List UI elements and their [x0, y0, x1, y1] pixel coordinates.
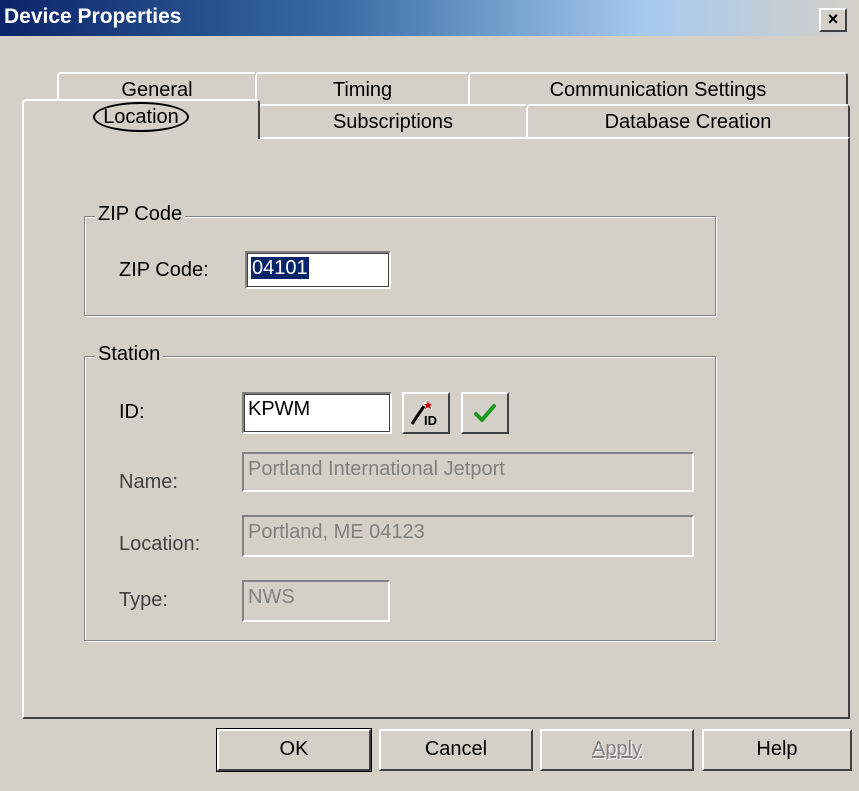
close-icon: ×	[827, 9, 839, 29]
tab-location[interactable]: Location	[22, 99, 260, 139]
zip-code-group: ZIP Code ZIP Code: 04101	[84, 203, 716, 316]
station-type-value: NWS	[248, 586, 295, 608]
ok-button-label: OK	[279, 738, 309, 760]
help-button[interactable]: Help	[702, 729, 852, 771]
window-title: Device Properties	[4, 5, 182, 28]
checkmark-icon	[474, 404, 496, 422]
station-id-wizard-button[interactable]: ID	[402, 392, 450, 434]
cancel-button[interactable]: Cancel	[379, 729, 533, 771]
apply-button: Apply	[540, 729, 694, 771]
station-verify-button[interactable]	[461, 392, 509, 434]
tab-general-label: General	[121, 79, 193, 101]
tab-panel-location: ZIP Code ZIP Code: 04101 Station ID: KPW…	[22, 137, 850, 719]
zip-code-value: 04101	[251, 257, 309, 279]
station-location-value: Portland, ME 04123	[248, 521, 425, 543]
tab-subscriptions[interactable]: Subscriptions	[258, 104, 528, 138]
station-name-field: Portland International Jetport	[242, 452, 694, 492]
tab-timing-label: Timing	[332, 79, 393, 101]
tab-communication-settings-label: Communication Settings	[549, 79, 767, 101]
station-name-label: Name:	[119, 471, 178, 493]
close-button[interactable]: ×	[819, 8, 847, 32]
tab-timing[interactable]: Timing	[255, 72, 470, 106]
station-id-input[interactable]: KPWM	[242, 392, 392, 434]
zip-code-input[interactable]: 04101	[245, 251, 391, 289]
magic-wand-id-icon: ID	[410, 401, 437, 427]
station-name-value: Portland International Jetport	[248, 458, 505, 480]
cancel-button-label: Cancel	[424, 738, 488, 760]
apply-button-label: Apply	[591, 738, 643, 760]
station-id-label: ID:	[119, 401, 145, 423]
station-location-label: Location:	[119, 533, 201, 555]
tab-communication-settings[interactable]: Communication Settings	[468, 72, 848, 106]
station-location-field: Portland, ME 04123	[242, 515, 694, 557]
zip-code-group-title: ZIP Code	[95, 203, 186, 226]
tab-database-creation-label: Database Creation	[604, 111, 772, 133]
station-type-field: NWS	[242, 580, 390, 622]
tab-database-creation[interactable]: Database Creation	[526, 104, 850, 138]
zip-code-label: ZIP Code:	[119, 259, 209, 281]
station-id-value: KPWM	[248, 398, 311, 420]
ok-button[interactable]: OK	[216, 728, 372, 772]
station-group: Station ID: KPWM ID Name: Portland Inter…	[84, 343, 716, 641]
help-button-label: Help	[756, 738, 798, 760]
station-group-title: Station	[95, 343, 164, 366]
station-type-label: Type:	[119, 589, 168, 611]
tab-subscriptions-label: Subscriptions	[332, 111, 454, 133]
tab-location-label: Location	[93, 102, 189, 132]
title-bar: Device Properties ×	[0, 0, 859, 36]
svg-text:ID: ID	[424, 413, 437, 427]
